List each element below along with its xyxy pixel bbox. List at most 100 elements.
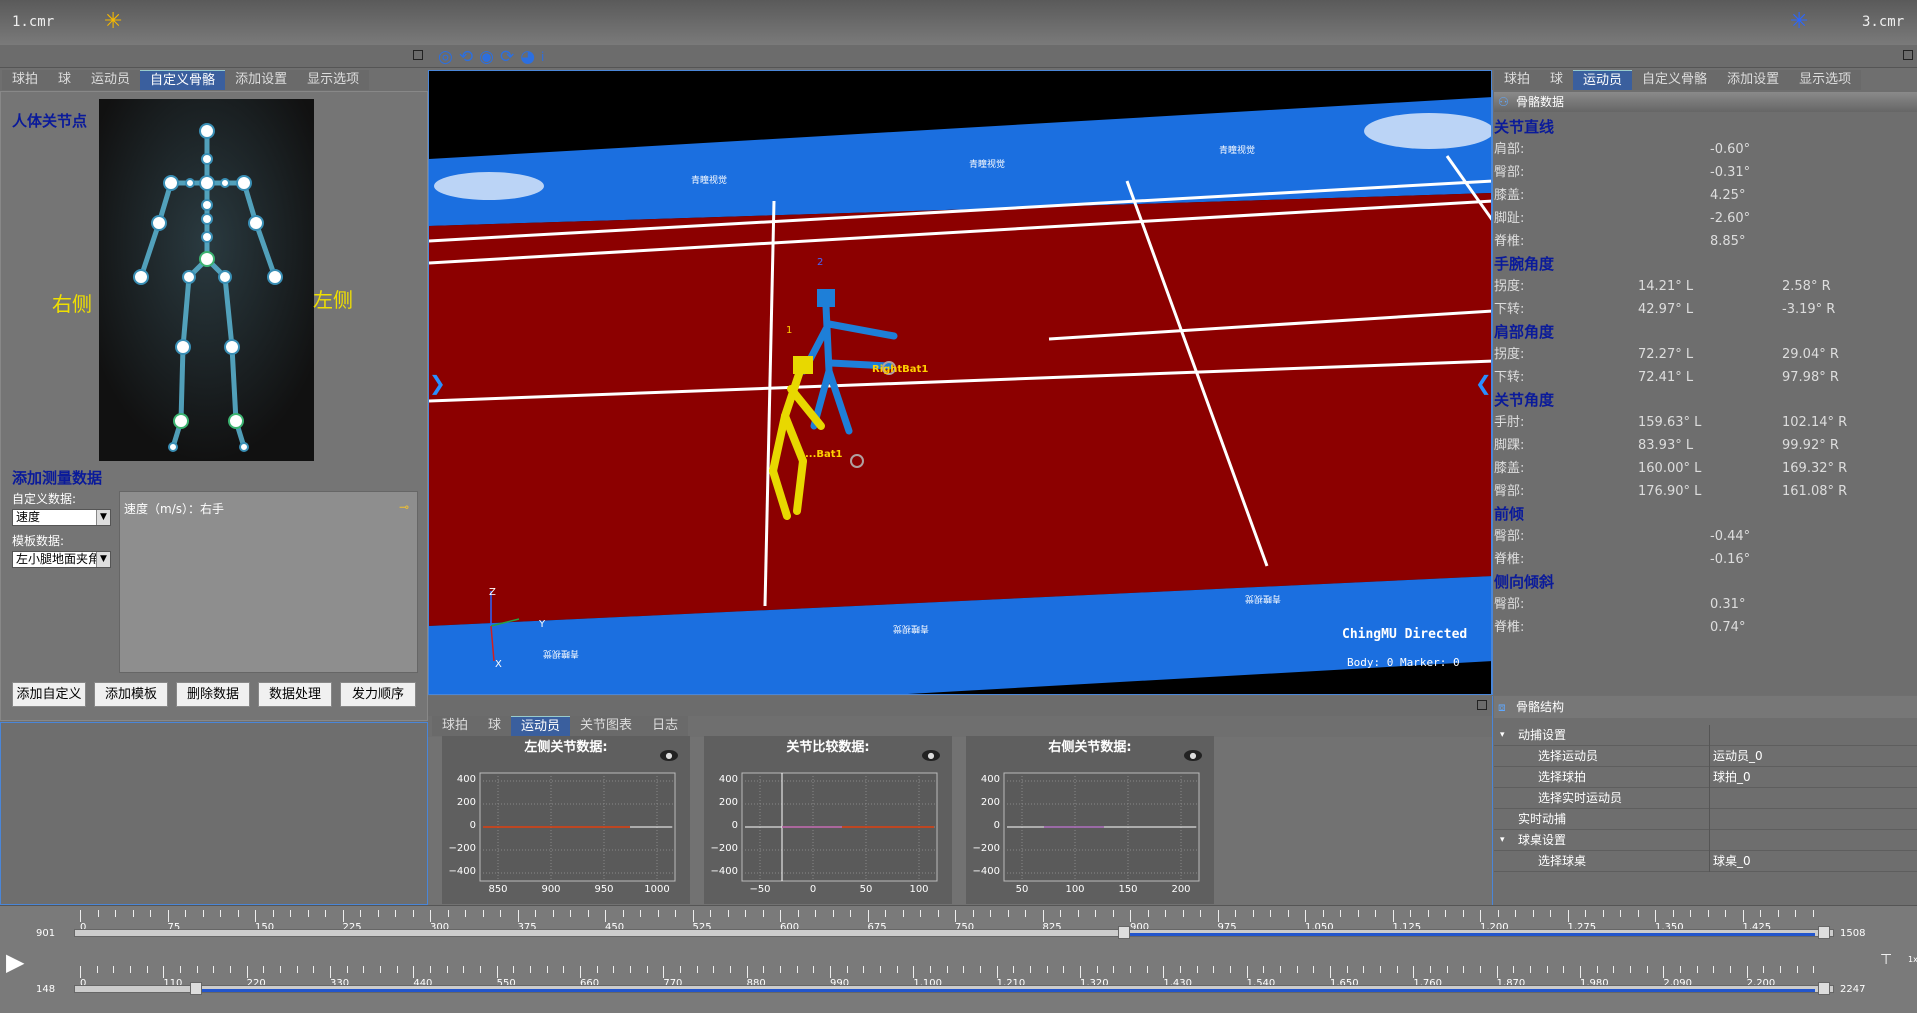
right-collapse-arrow-icon[interactable]: ❮ bbox=[1475, 371, 1491, 395]
sun-icon[interactable]: ✳ bbox=[104, 10, 128, 34]
top-range-handle-right[interactable] bbox=[1818, 926, 1830, 939]
key-icon[interactable]: ⊸ bbox=[399, 500, 409, 514]
left-tab-athlete[interactable]: 运动员 bbox=[81, 70, 141, 90]
template-data-select[interactable]: 左小腿地面夹角 ▼ bbox=[12, 551, 111, 568]
skeleton-data-row: 脊椎: -0.16° bbox=[1494, 548, 1914, 571]
skeleton-data-row: 脊椎: 0.74° bbox=[1494, 616, 1914, 639]
left-tab-ball[interactable]: 球 bbox=[48, 70, 82, 90]
right-tab-display-options[interactable]: 显示选项 bbox=[1789, 70, 1862, 90]
left-tab-racket[interactable]: 球拍 bbox=[2, 70, 49, 90]
ruler-tick bbox=[1596, 966, 1598, 973]
ruler-tick bbox=[1690, 910, 1691, 917]
tree-row[interactable]: 选择球桌 球桌_0 bbox=[1494, 851, 1917, 872]
sync-icon[interactable]: ⟲ bbox=[459, 47, 473, 67]
brand-logo-3: 青瞳视觉 bbox=[1219, 144, 1255, 156]
right-tab-ball[interactable]: 球 bbox=[1540, 70, 1574, 90]
caret-down-icon[interactable]: ▾ bbox=[1500, 830, 1505, 851]
template-data-value: 左小腿地面夹角 bbox=[16, 552, 101, 566]
info-icon[interactable]: ⅰ bbox=[541, 50, 544, 64]
left-joint-chart[interactable]: 左侧关节数据: 400 200 0 −200 −400 850 900 950 1000 ● bbox=[442, 736, 690, 904]
pan-icon[interactable]: ◎ bbox=[438, 47, 453, 67]
skeleton-data-row: 膝盖: 4.25° bbox=[1494, 184, 1914, 207]
bottom-tab-ball[interactable]: 球 bbox=[478, 716, 512, 736]
right-joint-chart[interactable]: 右侧关节数据: 400 200 0 −200 −400 50 100 150 200 ● bbox=[966, 736, 1214, 904]
force-sequence-button[interactable]: 发力顺序 bbox=[340, 682, 416, 707]
ruler-tick bbox=[517, 910, 519, 922]
custom-data-select[interactable]: 速度 ▼ bbox=[12, 509, 111, 526]
tree-row[interactable]: 实时动捕 bbox=[1494, 809, 1917, 830]
chart-svg bbox=[1003, 772, 1200, 882]
right-tab-athlete[interactable]: 运动员 bbox=[1573, 70, 1633, 90]
add-custom-button[interactable]: 添加自定义 bbox=[12, 682, 86, 707]
left-restore-icon[interactable] bbox=[413, 50, 423, 60]
row-left-value: 72.41° L bbox=[1638, 370, 1694, 385]
body-figure[interactable] bbox=[99, 99, 314, 461]
left-tab-display-options[interactable]: 显示选项 bbox=[297, 70, 370, 90]
eye-icon[interactable]: ◕ bbox=[520, 47, 535, 67]
ruler-tick bbox=[480, 966, 481, 973]
ruler-tick bbox=[902, 910, 904, 917]
axis-y-label: Y bbox=[539, 619, 546, 630]
bottom-restore-icon[interactable] bbox=[1477, 700, 1487, 710]
right-restore-icon[interactable] bbox=[1903, 50, 1913, 60]
left-collapse-arrow-icon[interactable]: ❯ bbox=[429, 371, 446, 395]
tree-row[interactable]: 选择运动员 运动员_0 bbox=[1494, 746, 1917, 767]
skeleton-data-row: 下转: 42.97° L -3.19° R bbox=[1494, 298, 1914, 321]
right-tab-add-settings[interactable]: 添加设置 bbox=[1717, 70, 1790, 90]
caret-down-icon[interactable]: ▾ bbox=[1500, 725, 1505, 746]
loading-icon[interactable]: ✳ bbox=[1790, 10, 1814, 34]
x-tick-label: 100 bbox=[909, 884, 929, 895]
tree-row[interactable]: ▾ 动捕设置 bbox=[1494, 725, 1917, 746]
bottom-tab-log[interactable]: 日志 bbox=[642, 716, 689, 736]
skeleton-struct-header[interactable]: ⧈ 骨骼结构 bbox=[1494, 696, 1917, 718]
ruler-tick bbox=[1730, 966, 1731, 973]
camera-icon[interactable]: ◉ bbox=[479, 47, 494, 67]
ruler-tick bbox=[180, 966, 181, 973]
top-range-handle-left[interactable] bbox=[1118, 926, 1130, 939]
left-tab-add-settings[interactable]: 添加设置 bbox=[225, 70, 298, 90]
ruler-tick bbox=[213, 966, 215, 973]
ruler-tick bbox=[815, 910, 816, 917]
joint-compare-chart[interactable]: 关节比较数据: 400 200 0 −200 −400 −50 0 50 100 ● bbox=[704, 736, 952, 904]
eye-icon[interactable]: ● bbox=[660, 750, 678, 761]
right-tab-racket[interactable]: 球拍 bbox=[1494, 70, 1541, 90]
bottom-range-handle-right[interactable] bbox=[1818, 982, 1830, 995]
ruler-tick bbox=[990, 910, 991, 917]
delete-data-button[interactable]: 删除数据 bbox=[176, 682, 250, 707]
bottom-tab-athlete[interactable]: 运动员 bbox=[511, 716, 571, 736]
bottom-range-handle-left[interactable] bbox=[190, 982, 202, 995]
bottom-tab-racket[interactable]: 球拍 bbox=[432, 716, 479, 736]
left-tab-custom-skeleton[interactable]: 自定义骨骼 bbox=[140, 70, 226, 90]
tree-row[interactable]: ▾ 球桌设置 bbox=[1494, 830, 1917, 851]
tree-row[interactable]: 选择实时运动员 bbox=[1494, 788, 1917, 809]
eye-icon[interactable]: ● bbox=[1184, 750, 1202, 761]
viewport-3d[interactable]: 青瞳视觉 青瞳视觉 青瞳视觉 青瞳视觉 青瞳视觉 青瞳视觉 RightBat1 … bbox=[428, 70, 1492, 695]
chart-svg bbox=[479, 772, 676, 882]
add-template-button[interactable]: 添加模板 bbox=[94, 682, 168, 707]
ruler-tick bbox=[1392, 910, 1394, 922]
bottom-range-selection bbox=[200, 989, 1815, 992]
tree-value: 球桌_0 bbox=[1709, 851, 1915, 872]
speed-slider-icon[interactable]: ⊤ bbox=[1880, 952, 1892, 968]
ruler-tick bbox=[1550, 910, 1551, 917]
ruler-tick bbox=[1742, 910, 1744, 922]
ruler-tick bbox=[1462, 910, 1464, 917]
row-right-value: -3.19° R bbox=[1782, 302, 1836, 317]
skeleton-data-row: 臀部: 176.90° L 161.08° R bbox=[1494, 480, 1914, 503]
rotate-icon[interactable]: ⟳ bbox=[500, 47, 514, 67]
eye-icon[interactable]: ● bbox=[922, 750, 940, 761]
tree-row[interactable]: 选择球拍 球拍_0 bbox=[1494, 767, 1917, 788]
bottom-tab-joint-chart[interactable]: 关节图表 bbox=[570, 716, 643, 736]
process-data-button[interactable]: 数据处理 bbox=[258, 682, 332, 707]
ruler-tick bbox=[296, 966, 298, 973]
skeleton-data-header[interactable]: ⚇ 骨骼数据 bbox=[1494, 92, 1917, 112]
play-icon[interactable]: ▶ bbox=[6, 948, 24, 976]
right-tab-custom-skeleton[interactable]: 自定义骨骼 bbox=[1632, 70, 1718, 90]
ruler-tick bbox=[1357, 910, 1359, 917]
ruler-tick bbox=[640, 910, 641, 917]
ruler-tick bbox=[1063, 966, 1065, 973]
ruler-tick bbox=[1515, 910, 1516, 917]
ruler-tick bbox=[745, 910, 746, 917]
skeleton-data-title: 骨骼数据 bbox=[1516, 95, 1565, 109]
ruler-tick bbox=[570, 910, 571, 917]
